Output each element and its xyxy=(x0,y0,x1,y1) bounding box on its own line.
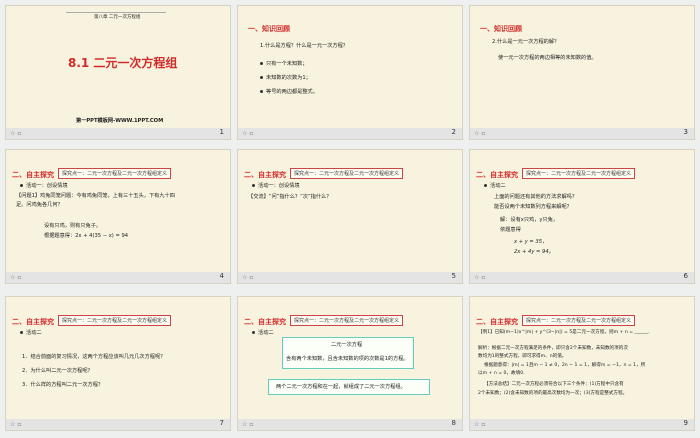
definition-title: 二元一次方程 xyxy=(331,342,363,348)
analysis-line: 以m + n = 0，故填0. xyxy=(478,371,525,376)
bullet-icon xyxy=(260,62,263,65)
star-icon: ☆ ▫ xyxy=(474,274,486,281)
equation-line: 2x + 4y = 94。 xyxy=(514,249,554,255)
definition-text: 含有两个未知数，且含未知数的项的次数是1的方程。 xyxy=(286,356,409,362)
problem-line: 【问题1】鸡兔同笼问题：今有鸡兔同笼，上有三十五头，下有九十四 xyxy=(16,193,175,199)
question-text: 1.什么是方程？什么是一元一次方程？ xyxy=(260,43,348,49)
slide-number: 6 xyxy=(683,272,688,280)
slide-number: 7 xyxy=(219,419,224,427)
analysis-line: 解析：根据二元一次方程满足的条件，即只含2个未知数，未知数的项的次 xyxy=(478,346,628,351)
bullet-icon xyxy=(260,76,263,79)
section-heading: 二、自主探究 xyxy=(12,318,54,326)
solution-line: 依题意得 xyxy=(500,227,521,233)
slide-1[interactable]: 第八章 二元一次方程组 8.1 二元一次方程组 第一PPT模板网-WWW.1PP… xyxy=(5,5,231,140)
slide-5[interactable]: 二、自主探究 探究点一：二元一次方程及二元一次方程组定义 活动一：创设情境 【交… xyxy=(237,149,463,284)
star-icon: ☆ ▫ xyxy=(242,274,254,281)
footer-link: 第一PPT模板网-WWW.1PPT.COM xyxy=(76,118,164,124)
section-heading: 一、知识回顾 xyxy=(248,25,290,33)
chapter-label: 第八章 二元一次方程组 xyxy=(94,15,141,20)
star-icon: ☆ ▫ xyxy=(10,130,22,137)
slide-footer: ☆ ▫ xyxy=(238,272,462,283)
star-icon: ☆ ▫ xyxy=(242,421,254,428)
bullet-icon xyxy=(20,331,23,334)
solution-line: 设有只鸡，则有只兔子。 xyxy=(44,223,102,229)
summary-line: 2个未知数；(2)含未知数的项的最高次数均为一次；(3)方程是整式方程。 xyxy=(478,391,628,396)
slide-4[interactable]: 二、自主探究 探究点一：二元一次方程及二元一次方程组定义 活动一：创设情境 【问… xyxy=(5,149,231,284)
question-line: 1．结合前面的复习情况，这两个方程应该叫几元几次方程呢？ xyxy=(22,354,166,360)
solution-line: 解：设有x只鸡，y只兔， xyxy=(500,217,559,223)
slide-footer: ☆ ▫ xyxy=(470,419,694,430)
slide-6[interactable]: 二、自主探究 探究点一：二元一次方程及二元一次方程组定义 活动二 上面的问题还有… xyxy=(469,149,695,284)
equation-line: x + y = 35， xyxy=(514,239,548,245)
question-line: 能否设两个未知数列方程来解呢？ xyxy=(494,204,572,210)
slide-3[interactable]: 一、知识回顾 2.什么是一元一次方程的解？ 使一元一次方程的两边相等的未知数的值… xyxy=(469,5,695,140)
star-icon: ☆ ▫ xyxy=(242,130,254,137)
analysis-line: 数均为1的整式方程，即可求得m、n的值。 xyxy=(478,354,567,359)
list-item: 未知数的次数为1； xyxy=(260,74,311,81)
bullet-icon xyxy=(252,184,255,187)
slide-2[interactable]: 一、知识回顾 1.什么是方程？什么是一元一次方程？ 只有一个未知数； 未知数的次… xyxy=(237,5,463,140)
bullet-icon xyxy=(252,331,255,334)
topic-tag: 探究点一：二元一次方程及二元一次方程组定义 xyxy=(522,315,636,326)
example-line: 【例1】已知(m−1)x^|m| + y^(3−|n|) = 5是二元一次方程，… xyxy=(478,330,650,335)
answer-text: 使一元一次方程的两边相等的未知数的值。 xyxy=(498,55,597,61)
section-heading: 一、知识回顾 xyxy=(480,25,522,33)
star-icon: ☆ ▫ xyxy=(10,421,22,428)
question-text: 2.什么是一元一次方程的解？ xyxy=(492,39,560,45)
slide-number: 9 xyxy=(683,419,688,427)
topic-tag: 探究点一：二元一次方程及二元一次方程组定义 xyxy=(290,315,404,326)
activity-label: 活动一：创设情境 xyxy=(20,182,68,189)
slide-7[interactable]: 二、自主探究 探究点一：二元一次方程及二元一次方程组定义 活动二 1．结合前面的… xyxy=(5,296,231,431)
slide-number: 4 xyxy=(219,272,224,280)
slide-footer: ☆ ▫ xyxy=(470,272,694,283)
summary-line: 【方法总结】二元一次方程必须符合以下三个条件：(1)方程中只含有 xyxy=(484,382,624,387)
question-line: 2．为什么叫二元一次方程呢？ xyxy=(22,368,93,374)
slide-8[interactable]: 二、自主探究 探究点一：二元一次方程及二元一次方程组定义 活动二 二元一次方程 … xyxy=(237,296,463,431)
list-item: 只有一个未知数； xyxy=(260,60,308,67)
slide-footer: ☆ ▫ xyxy=(6,128,230,139)
section-heading: 二、自主探究 xyxy=(476,171,518,179)
bullet-icon xyxy=(20,184,23,187)
discussion-line: 【交流】“问”指什么？“次”指什么？ xyxy=(248,194,332,200)
slide-footer: ☆ ▫ xyxy=(470,128,694,139)
slide-number: 8 xyxy=(451,419,456,427)
equation-line: 根据题意得：2x + 4(35 − x) = 94 xyxy=(44,233,129,239)
list-item: 等号的两边都是整式。 xyxy=(260,88,318,95)
section-heading: 二、自主探究 xyxy=(12,171,54,179)
problem-line: 足。问鸡兔各几何？ xyxy=(16,202,63,208)
slide-footer: ☆ ▫ xyxy=(238,128,462,139)
definition-text: 两个二元一次方程和在一起，就组成了二元一次方程组。 xyxy=(276,384,406,390)
topic-tag: 探究点一：二元一次方程及二元一次方程组定义 xyxy=(58,315,172,326)
question-line: 3．什么样的方程叫二元一次方程？ xyxy=(22,382,104,388)
analysis-line: 根据题意得：|m| = 1且m − 1 ≠ 0，2n − 1 = 1，解得m =… xyxy=(484,363,646,368)
bullet-icon xyxy=(484,184,487,187)
slide-footer: ☆ ▫ xyxy=(6,419,230,430)
topic-tag: 探究点一：二元一次方程及二元一次方程组定义 xyxy=(522,168,636,179)
star-icon: ☆ ▫ xyxy=(10,274,22,281)
title-accent-bar xyxy=(66,12,166,13)
slide-9[interactable]: 二、自主探究 探究点一：二元一次方程及二元一次方程组定义 【例1】已知(m−1)… xyxy=(469,296,695,431)
activity-label: 活动二 xyxy=(20,329,42,336)
slide-number: 1 xyxy=(219,128,224,136)
activity-label: 活动一：创设情境 xyxy=(252,182,300,189)
slide-number: 5 xyxy=(451,272,456,280)
slide-number: 3 xyxy=(683,128,688,136)
slide-footer: ☆ ▫ xyxy=(6,272,230,283)
question-line: 上面的问题还有其他的方法求解吗？ xyxy=(494,194,578,200)
section-heading: 二、自主探究 xyxy=(476,318,518,326)
slide-title: 8.1 二元一次方程组 xyxy=(68,56,178,70)
slide-footer: ☆ ▫ xyxy=(238,419,462,430)
section-heading: 二、自主探究 xyxy=(244,318,286,326)
activity-label: 活动二 xyxy=(484,182,506,189)
topic-tag: 探究点一：二元一次方程及二元一次方程组定义 xyxy=(58,168,172,179)
section-heading: 二、自主探究 xyxy=(244,171,286,179)
slide-number: 2 xyxy=(451,128,456,136)
bullet-icon xyxy=(260,90,263,93)
topic-tag: 探究点一：二元一次方程及二元一次方程组定义 xyxy=(290,168,404,179)
star-icon: ☆ ▫ xyxy=(474,421,486,428)
star-icon: ☆ ▫ xyxy=(474,130,486,137)
activity-label: 活动二 xyxy=(252,329,274,336)
